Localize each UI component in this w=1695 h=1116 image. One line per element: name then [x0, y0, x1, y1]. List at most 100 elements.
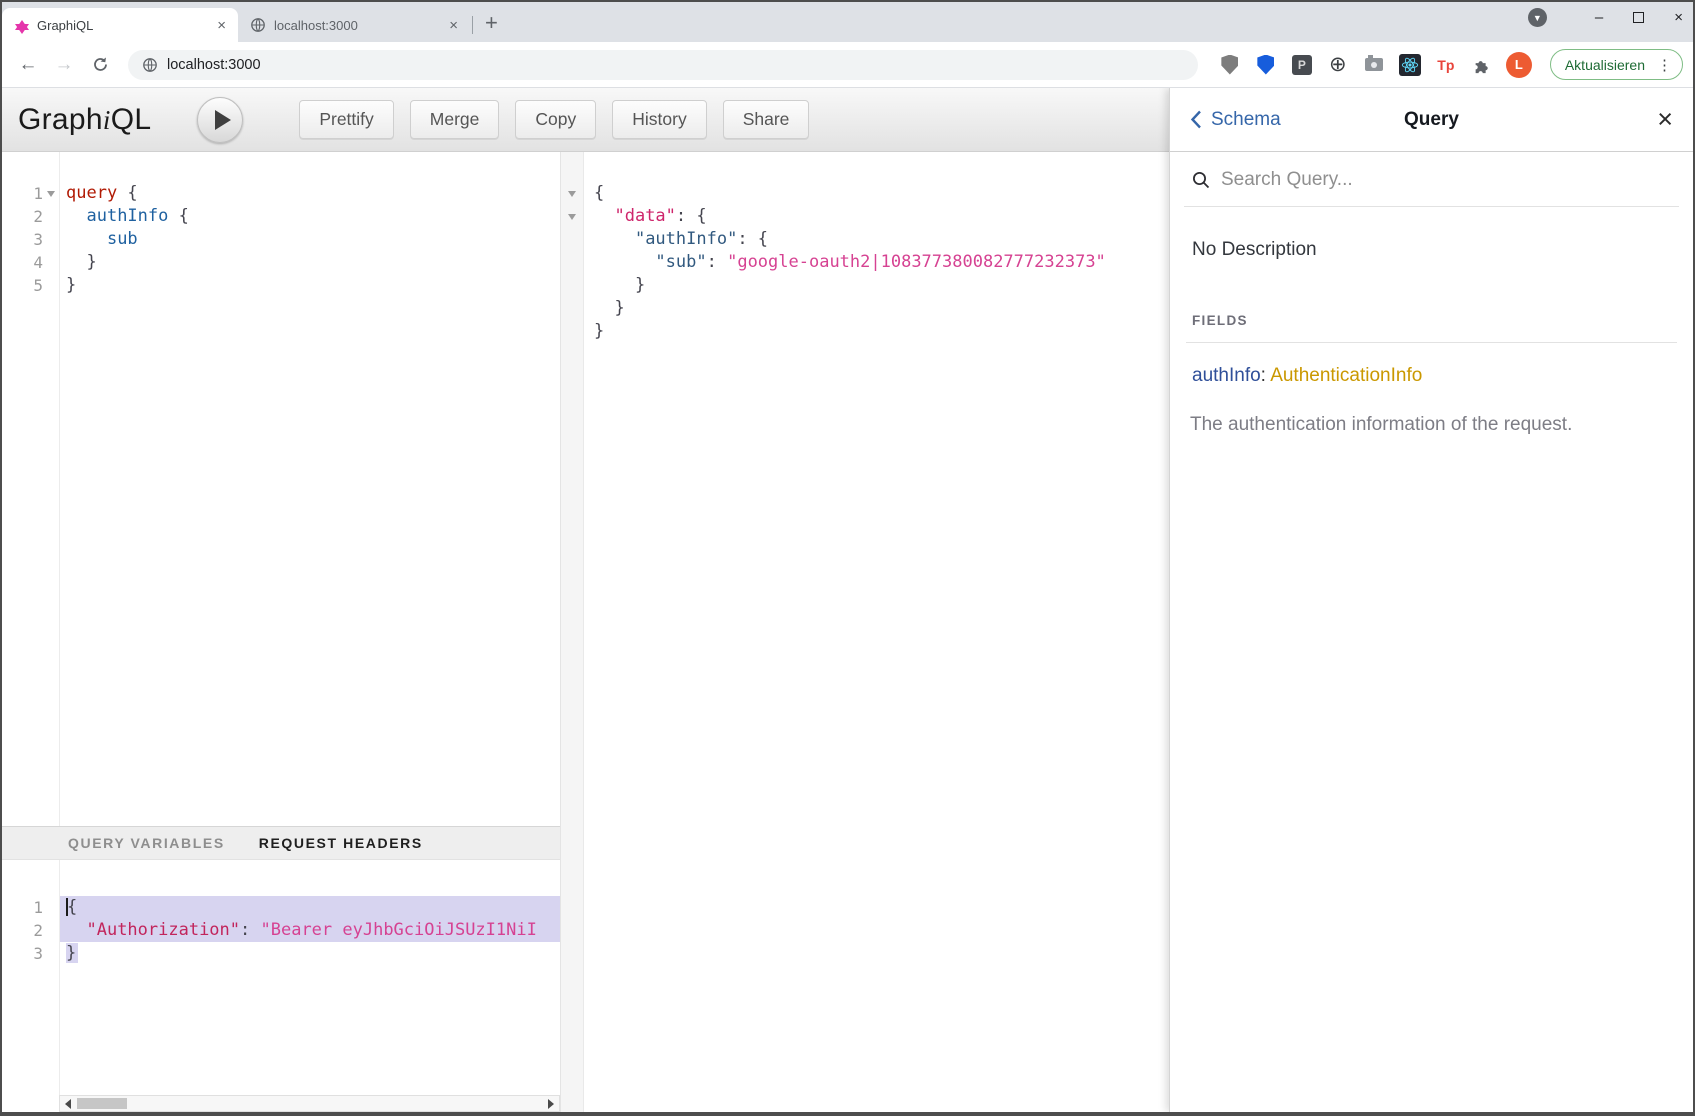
window-close-button[interactable]: ×: [1674, 10, 1683, 25]
chrome-menu-circle-icon[interactable]: ▼: [1528, 8, 1547, 27]
play-icon: [215, 110, 231, 130]
tampermonkey-extension-icon[interactable]: Tp: [1434, 53, 1458, 77]
line-number: 1: [33, 184, 43, 203]
extensions-puzzle-icon[interactable]: [1470, 53, 1494, 77]
copy-button[interactable]: Copy: [515, 100, 596, 139]
doc-back-label: Schema: [1211, 109, 1281, 131]
doc-close-icon[interactable]: ×: [1657, 106, 1673, 133]
doc-search-input[interactable]: [1221, 169, 1671, 191]
field-description: The authentication information of the re…: [1190, 414, 1671, 436]
tab-title: GraphiQL: [37, 18, 205, 33]
new-tab-button[interactable]: +: [479, 12, 508, 42]
fields-section-label: FIELDS: [1192, 313, 1671, 328]
execute-query-button[interactable]: [197, 97, 243, 143]
ublock-extension-icon[interactable]: [1218, 53, 1242, 77]
code-line[interactable]: sub: [60, 228, 560, 251]
type-name-link[interactable]: AuthenticationInfo: [1270, 365, 1422, 386]
aktualisieren-label: Aktualisieren: [1565, 57, 1645, 73]
code-line[interactable]: }: [60, 942, 560, 965]
browser-window: GraphiQL × localhost:3000 × + ▼ – × ← →: [0, 0, 1695, 1116]
query-editor-code[interactable]: query { authInfo { sub }}: [60, 152, 560, 826]
code-line[interactable]: }: [60, 274, 560, 297]
query-pane: 1 2 3 4 5 query { authInfo { sub }} QUERY VA…: [2, 152, 560, 1112]
window-minimize-button[interactable]: –: [1595, 10, 1603, 25]
code-line[interactable]: "Authorization": "Bearer eyJhbGciOiJSUzI…: [60, 919, 560, 942]
code-line[interactable]: }: [588, 297, 1169, 320]
fold-arrow-icon[interactable]: [568, 191, 576, 197]
graphql-logo-icon: [14, 18, 29, 33]
code-line[interactable]: "data": {: [588, 205, 1169, 228]
scrollbar-thumb[interactable]: [77, 1098, 127, 1109]
tab-close-icon[interactable]: ×: [213, 16, 230, 35]
horizontal-scrollbar[interactable]: [59, 1095, 560, 1112]
result-viewer-gutter: [560, 152, 584, 1112]
field-name-link[interactable]: authInfo: [1192, 365, 1261, 386]
line-number: 2: [33, 207, 43, 226]
tab-close-icon[interactable]: ×: [445, 16, 462, 35]
line-number: 3: [33, 230, 43, 249]
field-row-authinfo: authInfo: AuthenticationInfo: [1192, 365, 1671, 387]
fold-arrow-icon[interactable]: [568, 214, 576, 220]
tab-localhost[interactable]: localhost:3000 ×: [238, 8, 470, 42]
aktualisieren-button[interactable]: Aktualisieren ⋮: [1550, 49, 1683, 80]
url-text: localhost:3000: [167, 57, 261, 73]
code-line[interactable]: {: [60, 896, 560, 919]
tab-separator: [472, 16, 473, 34]
code-line[interactable]: authInfo {: [60, 205, 560, 228]
line-number: 3: [33, 944, 43, 963]
tab-graphiql[interactable]: GraphiQL ×: [2, 8, 238, 42]
doc-explorer-body: No Description FIELDS authInfo: Authenti…: [1170, 207, 1693, 456]
tab-query-variables[interactable]: QUERY VARIABLES: [68, 835, 225, 851]
tab-request-headers[interactable]: REQUEST HEADERS: [259, 835, 423, 851]
camera-extension-icon[interactable]: [1362, 53, 1386, 77]
search-icon: [1192, 171, 1210, 189]
tab-title: localhost:3000: [274, 18, 437, 33]
kebab-menu-icon[interactable]: ⋮: [1653, 56, 1676, 74]
request-headers-editor[interactable]: 1 2 3 { "Authorization": "Bearer eyJhbGciO…: [2, 860, 560, 1095]
history-button[interactable]: History: [612, 100, 706, 139]
forward-button[interactable]: →: [48, 49, 80, 81]
chevron-left-icon: [1190, 110, 1202, 129]
address-bar[interactable]: localhost:3000: [128, 50, 1198, 80]
back-button[interactable]: ←: [12, 49, 44, 81]
code-line[interactable]: "sub": "google-oauth2|108377380082777232…: [588, 251, 1169, 274]
code-line[interactable]: query {: [60, 182, 560, 205]
doc-explorer-panel: Query Schema × No Description FIELDS: [1169, 88, 1693, 1112]
line-number: 4: [33, 253, 43, 272]
code-line[interactable]: }: [588, 274, 1169, 297]
prettify-button[interactable]: Prettify: [299, 100, 393, 139]
bitwarden-extension-icon[interactable]: [1254, 53, 1278, 77]
react-devtools-extension-icon[interactable]: [1398, 53, 1422, 77]
share-button[interactable]: Share: [723, 100, 810, 139]
no-description-text: No Description: [1192, 239, 1671, 261]
graphiql-logo: GraphiQL: [18, 103, 151, 137]
graphiql-topbar: GraphiQL Prettify Merge Copy History Share: [2, 88, 1169, 152]
line-number: 2: [33, 921, 43, 940]
doc-explorer-header: Query Schema ×: [1170, 88, 1693, 152]
code-line[interactable]: "authInfo": {: [588, 228, 1169, 251]
doc-back-link[interactable]: Schema: [1190, 109, 1281, 131]
profile-avatar[interactable]: L: [1506, 52, 1532, 78]
scroll-left-icon[interactable]: [65, 1099, 71, 1109]
fold-arrow-icon[interactable]: [47, 191, 55, 197]
headers-editor-code[interactable]: { "Authorization": "Bearer eyJhbGciOiJSU…: [60, 860, 560, 1095]
line-number: 5: [33, 276, 43, 295]
tab-strip: GraphiQL × localhost:3000 × + ▼ – ×: [2, 2, 1693, 42]
window-maximize-button[interactable]: [1633, 12, 1644, 23]
line-number: 1: [33, 898, 43, 917]
code-line[interactable]: {: [588, 182, 1169, 205]
code-line[interactable]: }: [588, 320, 1169, 343]
divider: [1186, 342, 1677, 343]
query-editor-gutter: 1 2 3 4 5: [2, 152, 60, 826]
query-editor[interactable]: 1 2 3 4 5 query { authInfo { sub }}: [2, 152, 560, 826]
scroll-right-icon[interactable]: [548, 1099, 554, 1109]
screen-capture-extension-icon[interactable]: ⊕: [1326, 53, 1350, 77]
reload-button[interactable]: [84, 49, 116, 81]
result-pane: { "data": { "authInfo": { "sub": "google…: [560, 152, 1169, 1112]
graphiql-app: GraphiQL Prettify Merge Copy History Share 1…: [2, 88, 1693, 1112]
secondary-editor-tabs: QUERY VARIABLES REQUEST HEADERS: [2, 826, 560, 860]
browser-toolbar: ← → localhost:3000 P ⊕ Tp L: [2, 42, 1693, 88]
p-extension-icon[interactable]: P: [1290, 53, 1314, 77]
merge-button[interactable]: Merge: [410, 100, 500, 139]
code-line[interactable]: }: [60, 251, 560, 274]
